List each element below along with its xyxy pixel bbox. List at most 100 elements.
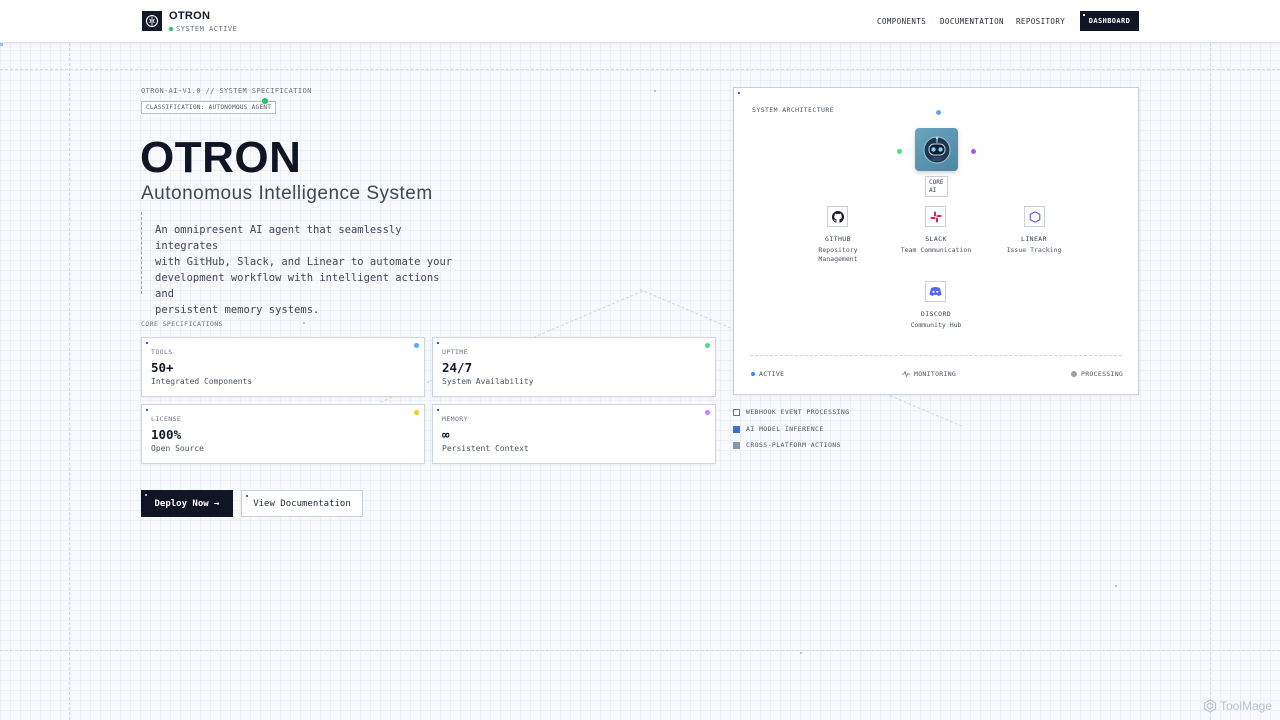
- pulse-icon: [902, 371, 910, 377]
- dashboard-button[interactable]: DASHBOARD: [1080, 11, 1139, 31]
- description-line: development workflow with intelligent ac…: [155, 272, 440, 300]
- orbit-dot-purple: [971, 149, 976, 154]
- description-line: An omnipresent AI agent that seamlessly …: [155, 224, 402, 252]
- nav-repository[interactable]: REPOSITORY: [1016, 17, 1065, 26]
- spec-label: UPTIME: [442, 348, 468, 356]
- spec-label: LICENSE: [151, 415, 182, 423]
- system-status: SYSTEM ACTIVE: [169, 25, 237, 33]
- spec-card-uptime: UPTIME 24/7 System Availability: [432, 337, 716, 397]
- guide-line-right: [1210, 43, 1211, 720]
- corner-marker: [146, 342, 148, 344]
- grid-marker: [654, 90, 656, 92]
- indicator-dot: [414, 410, 419, 415]
- corner-marker: [437, 409, 439, 411]
- spec-card-memory: MEMORY ∞ Persistent Context: [432, 404, 716, 464]
- grid-marker: [303, 322, 305, 324]
- grid-marker: [800, 652, 802, 654]
- spec-subtext: System Availability: [442, 377, 534, 386]
- indicator-dot: [414, 343, 419, 348]
- corner-marker: [1083, 14, 1085, 16]
- spec-value: 50+: [151, 360, 174, 375]
- deploy-now-label: Deploy Now →: [154, 498, 220, 509]
- corner-marker: [145, 494, 147, 496]
- status-dot-icon: [169, 27, 173, 31]
- indicator-dot: [705, 343, 710, 348]
- nav-documentation[interactable]: DOCUMENTATION: [940, 17, 1004, 26]
- corner-marker: [437, 342, 439, 344]
- core-ai-node[interactable]: [915, 128, 958, 171]
- spec-label: MEMORY: [442, 415, 468, 423]
- deploy-now-button[interactable]: Deploy Now →: [141, 490, 233, 517]
- core-label-line: CORE: [929, 179, 944, 186]
- panel-title: SYSTEM ARCHITECTURE: [752, 106, 834, 114]
- integration-desc: Management: [818, 255, 858, 263]
- description-line: with GitHub, Slack, and Linear to automa…: [155, 256, 453, 268]
- process-label: WEBHOOK EVENT PROCESSING: [746, 408, 850, 416]
- classification-badge: CLASSIFICATION: AUTONOMOUS AGENT: [141, 101, 277, 114]
- indicator-dot: [705, 410, 710, 415]
- view-documentation-label: View Documentation: [253, 498, 351, 509]
- description-line: persistent memory systems.: [155, 304, 320, 316]
- linear-icon: [1029, 210, 1040, 223]
- linear-node[interactable]: [1024, 206, 1045, 227]
- nav-components[interactable]: COMPONENTS: [877, 17, 926, 26]
- status-indicator-dot: [262, 98, 268, 104]
- system-architecture-panel: SYSTEM ARCHITECTURE CORE AI GITHUB Repos…: [733, 87, 1139, 395]
- process-webhook: WEBHOOK EVENT PROCESSING: [733, 408, 850, 416]
- brand-name: OTRON: [169, 10, 211, 22]
- spec-subtext: Integrated Components: [151, 377, 253, 386]
- page-title: OTRON: [140, 133, 302, 182]
- grid-marker: [1115, 585, 1117, 587]
- legend-label: PROCESSING: [1081, 370, 1124, 378]
- legend-processing: PROCESSING: [1071, 370, 1123, 378]
- process-label: AI MODEL INFERENCE: [746, 425, 824, 433]
- github-node[interactable]: [827, 206, 848, 227]
- description-block: An omnipresent AI agent that seamlessly …: [141, 212, 461, 316]
- integration-desc: Community Hub: [910, 321, 962, 329]
- logo[interactable]: [142, 11, 162, 31]
- spec-card-license: LICENSE 100% Open Source: [141, 404, 425, 464]
- orbit-dot-blue: [936, 110, 941, 115]
- integration-name: LINEAR: [1021, 235, 1047, 243]
- discord-node[interactable]: [925, 281, 946, 302]
- corner-marker: [246, 495, 248, 497]
- top-navbar: OTRON SYSTEM ACTIVE COMPONENTS DOCUMENTA…: [0, 0, 1280, 43]
- watermark-text: ToolMage: [1220, 699, 1273, 713]
- spec-label: TOOLS: [151, 348, 173, 356]
- active-dot-icon: [751, 372, 755, 376]
- view-documentation-button[interactable]: View Documentation: [241, 490, 363, 517]
- spec-subtext: Open Source: [151, 444, 204, 453]
- processing-dot-icon: [1071, 371, 1077, 377]
- core-label-line: AI: [929, 187, 937, 194]
- dashboard-button-label: DASHBOARD: [1088, 17, 1131, 25]
- grid-marker: [0, 43, 3, 46]
- legend-monitoring: MONITORING: [902, 370, 956, 378]
- gray-square-icon: [733, 441, 740, 449]
- guide-line-left: [69, 43, 70, 720]
- legend-label: ACTIVE: [759, 370, 785, 378]
- spec-value: 24/7: [442, 360, 473, 375]
- divider: [750, 355, 1122, 356]
- guide-line-top: [0, 69, 1280, 70]
- legend-label: MONITORING: [914, 370, 957, 378]
- orbit-dot-green: [897, 149, 902, 154]
- outline-square-icon: [733, 408, 740, 416]
- discord-icon: [929, 287, 942, 296]
- process-actions: CROSS-PLATFORM ACTIONS: [733, 441, 841, 449]
- status-text: SYSTEM ACTIVE: [176, 25, 238, 33]
- brain-logo-icon: [145, 14, 159, 28]
- blue-square-icon: [733, 425, 740, 433]
- spec-value: ∞: [442, 427, 450, 442]
- corner-marker: [738, 92, 740, 94]
- spec-subtext: Persistent Context: [442, 444, 529, 453]
- process-inference: AI MODEL INFERENCE: [733, 425, 824, 433]
- spec-identifier: OTRON-AI-V1.0 // SYSTEM SPECIFICATION: [141, 87, 312, 95]
- watermark: ToolMage: [1203, 699, 1272, 713]
- process-label: CROSS-PLATFORM ACTIONS: [746, 441, 841, 449]
- toolmage-logo-icon: [1203, 699, 1217, 713]
- slack-node[interactable]: [925, 206, 946, 227]
- robot-icon: [923, 136, 950, 163]
- corner-marker: [146, 409, 148, 411]
- integration-desc: Issue Tracking: [1006, 246, 1062, 254]
- section-label-specs: CORE SPECIFICATIONS: [141, 320, 223, 328]
